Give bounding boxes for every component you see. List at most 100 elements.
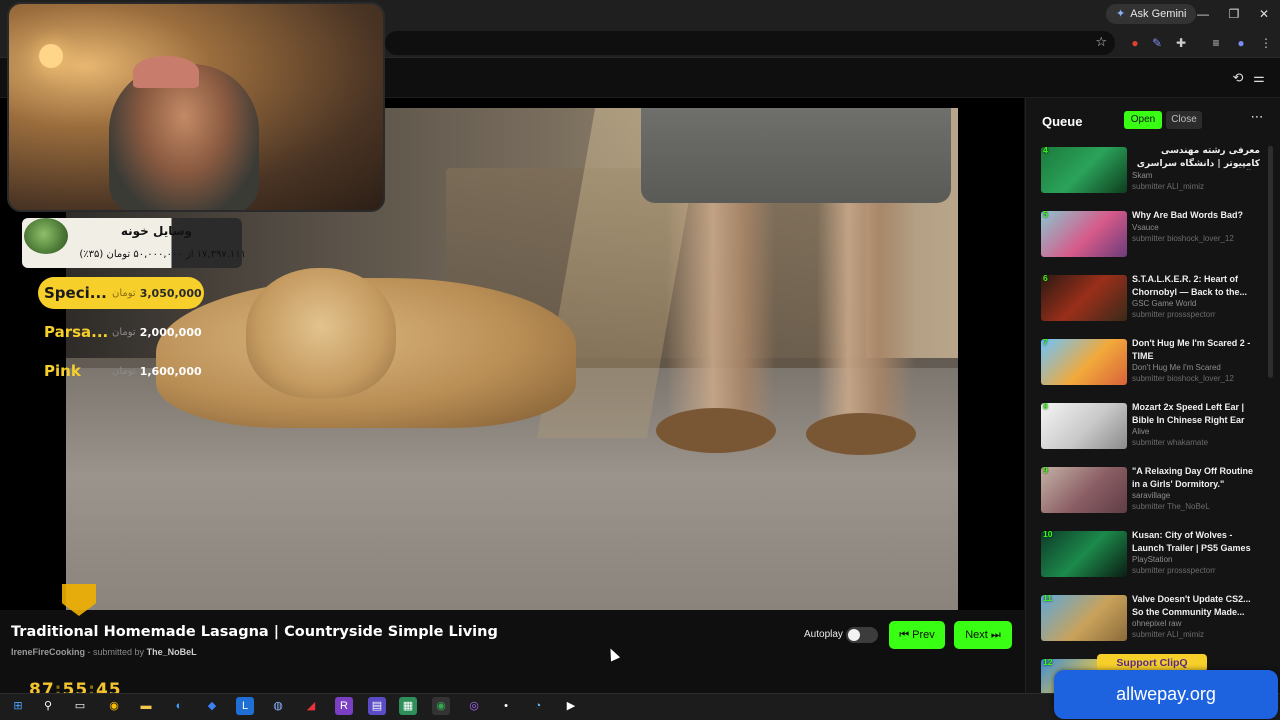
recording-extension-icon[interactable]: ● <box>1125 33 1145 53</box>
queue-item-channel: Vsauce <box>1132 222 1159 232</box>
queue-item-title: Kusan: City of Wolves - Launch Trailer |… <box>1132 530 1251 553</box>
translate-extension-icon[interactable]: ✎ <box>1147 33 1167 53</box>
screen: ✦ Ask Gemini — ❐ ✕ ☆ ● ✎ ✚ ≡ ● ⋮ ⟲ ⚌ وسا… <box>0 0 1280 720</box>
app-icon[interactable]: ◎ <box>465 697 483 715</box>
history-icon[interactable]: ⟲ <box>1230 70 1246 86</box>
minimize-button[interactable]: — <box>1188 4 1218 24</box>
webcam-cap <box>133 56 199 88</box>
mouse-cursor-icon <box>605 646 621 662</box>
search-icon[interactable]: ⚲ <box>39 697 57 715</box>
bookmark-star-icon[interactable]: ☆ <box>1095 34 1107 50</box>
windows-start-icon[interactable]: ⊞ <box>9 697 27 715</box>
queue-thumbnail[interactable] <box>1041 275 1127 321</box>
file-explorer-icon[interactable]: ▬ <box>137 697 155 715</box>
app-icon[interactable]: • <box>497 697 515 715</box>
app-icon[interactable]: R <box>335 697 353 715</box>
queue-item[interactable]: 7 Don't Hug Me I'm Scared 2 - TIME Don't H… <box>1040 337 1262 395</box>
submitted-by-label: - submitted by <box>87 647 145 657</box>
queue-item-channel: GSC Game World <box>1132 299 1197 308</box>
queue-thumbnail[interactable] <box>1041 595 1127 641</box>
queue-item-title: "A Relaxing Day Off Routine in a Girls' … <box>1132 466 1253 489</box>
autoplay-label: Autoplay <box>804 629 843 640</box>
queue-title: Queue <box>1042 114 1083 129</box>
queue-thumbnail[interactable] <box>1041 147 1127 193</box>
queue-thumbnail[interactable] <box>1041 403 1127 449</box>
queue-thumbnail[interactable] <box>1041 531 1127 577</box>
queue-item-text: S.T.A.L.K.E.R. 2: Heart of Chornobyl — B… <box>1132 273 1260 320</box>
queue-item[interactable]: 11 Valve Doesn't Update CS2... So the Com… <box>1040 593 1262 651</box>
media-player-icon[interactable]: ▶ <box>562 697 580 715</box>
queue-item-title: معرفی رشته مهندسی کامپیوتر | دانشگاه سرا… <box>1136 146 1260 169</box>
tier-amount: 3,050,000 <box>139 286 202 300</box>
donation-goal-title: وسایل خونه <box>120 224 192 238</box>
queue-item-channel: ohnepixel raw <box>1132 619 1182 628</box>
queue-item-channel: Don't Hug Me I'm Scared <box>1132 363 1221 372</box>
video-title: Traditional Homemade Lasagna | Countrysi… <box>11 624 498 640</box>
restore-button[interactable]: ❐ <box>1219 4 1249 24</box>
queue-item-channel: PlayStation <box>1132 555 1173 564</box>
streamer-webcam <box>7 2 385 212</box>
app-icon[interactable]: ◍ <box>269 697 287 715</box>
queue-scrollbar[interactable] <box>1268 146 1273 378</box>
autoplay-toggle[interactable] <box>846 627 878 643</box>
queue-item-text: Don't Hug Me I'm Scared 2 - TIME Don't Hu… <box>1132 337 1260 384</box>
app-icon[interactable]: L <box>236 697 254 715</box>
queue-item-submitter: submitter prossspectorr <box>1132 310 1216 319</box>
next-button[interactable]: Next ⏭ <box>954 621 1012 649</box>
queue-thumbnail[interactable] <box>1041 467 1127 513</box>
browser-menu-icon[interactable]: ⋮ <box>1256 33 1276 53</box>
app-icon[interactable]: ▦ <box>399 697 417 715</box>
queue-position: 11 <box>1043 593 1052 603</box>
queue-item-text: Valve Doesn't Update CS2... So the Commu… <box>1132 593 1260 640</box>
queue-position: 4 <box>1043 145 1048 155</box>
ask-gemini-button[interactable]: ✦ Ask Gemini <box>1106 4 1197 24</box>
queue-item[interactable]: 6 S.T.A.L.K.E.R. 2: Heart of Chornobyl — … <box>1040 273 1262 331</box>
task-view-icon[interactable]: ▭ <box>71 697 89 715</box>
chrome-active-icon[interactable]: ◉ <box>432 697 450 715</box>
queue-item-title: Valve Doesn't Update CS2... So the Commu… <box>1132 594 1251 617</box>
queue-close-button[interactable]: Close <box>1166 111 1202 129</box>
queue-item-submitter: submitter bioshock_lover_12 <box>1132 374 1234 383</box>
queue-open-button[interactable]: Open <box>1124 111 1162 129</box>
tier-currency: تومان <box>112 326 136 338</box>
steam-icon[interactable]: ◔ <box>529 697 547 715</box>
webcam-lamp <box>39 44 63 68</box>
gemini-spark-icon: ✦ <box>1116 8 1126 20</box>
more-options-icon[interactable]: ⋯ <box>1249 110 1265 128</box>
video-scene-dog-head <box>246 268 396 398</box>
queue-item[interactable]: 4 معرفی رشته مهندسی کامپیوتر | دانشگاه سر… <box>1040 145 1262 203</box>
app-icon[interactable]: ▤ <box>368 697 386 715</box>
queue-item[interactable]: 9 "A Relaxing Day Off Routine in a Girls'… <box>1040 465 1262 523</box>
queue-item[interactable]: 10 Kusan: City of Wolves - Launch Trailer… <box>1040 529 1262 587</box>
reading-list-icon[interactable]: ≡ <box>1206 33 1226 53</box>
video-scene-shoe <box>806 413 916 455</box>
video-channel[interactable]: IreneFireCooking <box>11 647 85 657</box>
queue-thumbnail[interactable] <box>1041 211 1127 257</box>
chrome-taskbar-icon[interactable]: ◉ <box>105 697 123 715</box>
video-scene-skirt <box>641 108 951 203</box>
app-icon[interactable]: ◆ <box>203 697 221 715</box>
queue-item[interactable]: 8 Mozart 2x Speed Left Ear | Bible In Chi… <box>1040 401 1262 459</box>
profile-avatar-icon[interactable]: ● <box>1231 33 1251 53</box>
prev-button[interactable]: ⏮ Prev <box>889 621 945 649</box>
queue-item-text: Why Are Bad Words Bad? Vsauce submitter bi… <box>1132 209 1260 244</box>
queue-item[interactable]: 5 Why Are Bad Words Bad? Vsauce submitter b… <box>1040 209 1262 267</box>
edge-icon[interactable]: ◐ <box>170 697 188 715</box>
address-bar[interactable]: ☆ <box>385 31 1115 55</box>
tier-name: Speci... <box>44 284 107 302</box>
tier-amount: 1,600,000 <box>139 364 202 378</box>
watermark-banner: allwepay.org <box>1054 670 1278 719</box>
queue-position: 9 <box>1043 465 1048 475</box>
donation-goal-progress: ۱۷,۳۹۷.۱۱۱ از ۵۰,۰۰۰,۰۰۰ تومان (۳۵٪) <box>79 249 246 260</box>
tier-currency: تومان <box>112 287 136 299</box>
queue-thumbnail[interactable] <box>1041 339 1127 385</box>
skip-forward-icon: ⏭ <box>990 628 1001 641</box>
queue-item-text: Kusan: City of Wolves - Launch Trailer |… <box>1132 529 1260 576</box>
close-window-button[interactable]: ✕ <box>1249 4 1279 24</box>
autoplay-toggle-knob <box>848 629 860 641</box>
extensions-puzzle-icon[interactable]: ✚ <box>1171 33 1191 53</box>
video-scene-shoe <box>656 408 776 453</box>
donation-goal-card: وسایل خونه ۱۷,۳۹۷.۱۱۱ از ۵۰,۰۰۰,۰۰۰ توما… <box>22 218 246 268</box>
settings-sliders-icon[interactable]: ⚌ <box>1251 70 1267 86</box>
app-icon[interactable]: ◢ <box>302 697 320 715</box>
